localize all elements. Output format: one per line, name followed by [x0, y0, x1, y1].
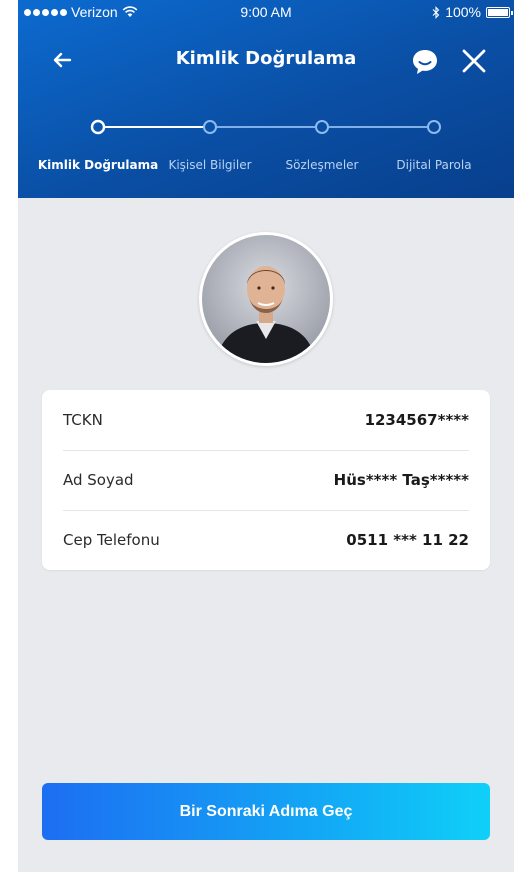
info-label: TCKN	[63, 411, 103, 429]
close-icon[interactable]	[459, 46, 489, 76]
app-screen: Verizon 9:00 AM 100% Kimlik Doğrulama Ki…	[18, 0, 514, 872]
info-value: Hüs**** Taş*****	[333, 471, 469, 489]
screenshot-right-margin	[514, 0, 532, 872]
battery-icon	[486, 6, 513, 18]
avatar	[199, 232, 333, 366]
status-bar: Verizon 9:00 AM 100%	[18, 0, 514, 26]
info-value: 0511 *** 11 22	[346, 531, 469, 549]
stepper-track	[90, 119, 441, 135]
info-label: Ad Soyad	[63, 471, 134, 489]
info-label: Cep Telefonu	[63, 531, 160, 549]
step-label-kisisel: Kişisel Bilgiler	[168, 158, 252, 172]
battery-percent: 100%	[445, 4, 481, 20]
header: Verizon 9:00 AM 100% Kimlik Doğrulama Ki…	[18, 0, 514, 198]
step-dot-4	[427, 120, 441, 134]
identity-info-card: TCKN 1234567**** Ad Soyad Hüs**** Taş***…	[42, 390, 490, 570]
profile-photo	[202, 235, 330, 363]
info-row-tckn: TCKN 1234567****	[63, 390, 469, 450]
info-row-cep-telefonu: Cep Telefonu 0511 *** 11 22	[63, 510, 469, 570]
step-dot-2	[203, 120, 217, 134]
next-step-button[interactable]: Bir Sonraki Adıma Geç	[42, 783, 490, 840]
step-dot-3	[315, 120, 329, 134]
step-label-kimlik: Kimlik Doğrulama	[37, 158, 159, 172]
chat-bubble-icon[interactable]	[410, 47, 440, 77]
nav-bar: Kimlik Doğrulama	[18, 38, 514, 82]
progress-stepper: Kimlik Doğrulama Kişisel Bilgiler Sözleş…	[18, 112, 514, 182]
bluetooth-icon	[432, 5, 440, 19]
screenshot-left-margin	[0, 0, 18, 872]
status-right: 100%	[432, 4, 513, 20]
info-row-ad-soyad: Ad Soyad Hüs**** Taş*****	[63, 450, 469, 510]
step-label-dijital-parola: Dijital Parola	[396, 158, 472, 172]
step-label-sozlesmeler: Sözleşmeler	[285, 158, 359, 172]
step-dot-1	[90, 119, 106, 135]
info-value: 1234567****	[364, 411, 469, 429]
